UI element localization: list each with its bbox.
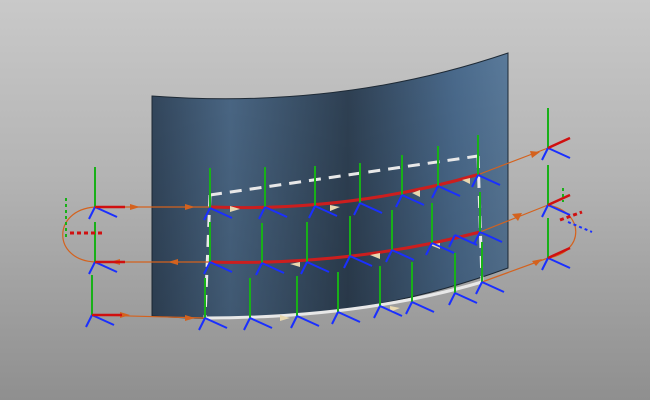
tool-axis-glyph <box>88 222 125 275</box>
approach-marker-right-b <box>567 221 593 233</box>
arrow-icon <box>532 259 542 266</box>
tool-axis-z <box>94 261 118 273</box>
tool-axis-z <box>198 317 206 331</box>
tool-axis-z <box>547 257 571 269</box>
tool-axis-x <box>547 246 571 260</box>
tool-axis-z <box>331 311 339 325</box>
link-loop-right <box>547 204 577 259</box>
tool-axis-z <box>88 206 96 220</box>
tool-axis-x <box>547 136 571 150</box>
tool-axis-z <box>290 315 298 329</box>
tool-axis-z <box>204 317 228 329</box>
tool-axis-z <box>91 314 115 326</box>
tool-axis-z <box>547 147 571 159</box>
tool-axis-glyph <box>88 167 125 220</box>
tool-axis-z <box>373 305 381 319</box>
tool-axis-x <box>547 193 571 207</box>
tool-axis-glyph <box>541 165 571 218</box>
tool-axis-z <box>85 314 93 328</box>
arrow-icon <box>512 213 522 221</box>
tool-axis-z <box>94 206 118 218</box>
tool-axis-glyph <box>85 275 122 328</box>
tool-axis-z <box>296 315 320 327</box>
tool-axis-z <box>481 281 505 293</box>
tool-axis-z <box>547 204 571 216</box>
arrow-icon <box>130 204 140 210</box>
tool-axis-z <box>249 317 273 329</box>
tool-axis-glyph <box>541 108 571 161</box>
toolpath-scene <box>62 52 593 331</box>
tool-axis-z <box>448 292 456 306</box>
tool-axis-z <box>243 317 251 331</box>
tool-axis-z <box>411 301 435 313</box>
arrow-icon <box>530 151 540 158</box>
tool-axis-z <box>405 301 413 315</box>
tool-axis-z <box>88 261 96 275</box>
tool-axis-z <box>337 311 361 323</box>
tool-axis-z <box>454 292 478 304</box>
3d-viewport[interactable] <box>0 0 650 400</box>
tool-axis-glyph <box>541 218 571 271</box>
